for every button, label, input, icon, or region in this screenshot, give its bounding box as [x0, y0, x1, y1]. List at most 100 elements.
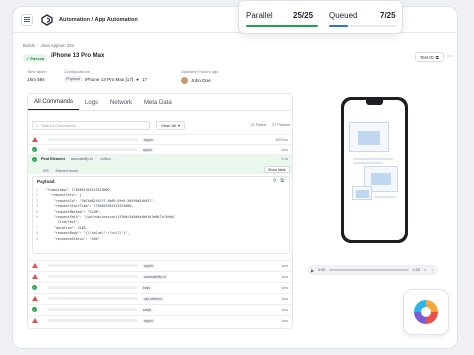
time-taken-value: 16m 59s: [27, 77, 45, 82]
warning-icon: [32, 274, 38, 279]
warning-icon: [32, 318, 38, 323]
breadcrumb-root[interactable]: Builds: [23, 43, 35, 48]
placeholder-line: [353, 158, 393, 160]
failed-count[interactable]: 24 Failed: [250, 123, 266, 127]
command-row[interactable]: appId 4007ms: [28, 134, 292, 144]
command-row[interactable]: appId 1ms: [28, 260, 292, 270]
log-toolbar: ⌕ Search Commands View: All ▾ 24 Failed …: [32, 120, 290, 130]
search-input[interactable]: ⌕ Search Commands: [32, 120, 150, 130]
command-row[interactable]: ✓ keys 1ms: [28, 282, 292, 292]
command-tag: script: [141, 307, 154, 312]
more-options-icon[interactable]: ⋯: [447, 53, 453, 60]
brand-tile: [403, 289, 449, 335]
app-title: Automation / App Automation: [59, 16, 138, 23]
command-bar: [47, 286, 137, 289]
copy-icon: ⧉: [435, 54, 439, 60]
breadcrumb: Builds › Java Appium iOS: [23, 43, 74, 48]
test-id-label: Test ID: [420, 54, 434, 60]
breadcrumb-separator-icon: ›: [36, 43, 39, 48]
command-bar: [48, 275, 138, 278]
show-table-button[interactable]: Show table: [264, 166, 290, 173]
payload-actions: ⚲ ⧉: [273, 178, 284, 184]
view-filter-select[interactable]: View: All ▾: [156, 120, 186, 130]
config-os: 17: [141, 76, 148, 82]
tab-logs[interactable]: Logs: [79, 100, 104, 110]
breadcrumb-current[interactable]: Java Appium iOS: [40, 43, 74, 48]
command-row[interactable]: css selector 1ms: [28, 293, 292, 303]
config-type-pill: Physical: [64, 76, 83, 82]
parallel-label: Parallel: [246, 11, 273, 20]
tab-all-commands[interactable]: All Commands: [28, 99, 80, 110]
configurations-value: Physical iPhone 13 Pro Max [17] ● 17: [64, 76, 147, 82]
play-icon[interactable]: ▶: [311, 268, 314, 273]
player-time-end: 2:25: [412, 268, 420, 272]
command-chips: iOS Element found: [32, 169, 288, 173]
code-line: find/text",: [46, 220, 80, 225]
code-line: "requestBody": "{\"value\":\"null\"}",: [46, 231, 130, 236]
player-time-start: 0:00: [317, 268, 326, 272]
command-bar: [48, 138, 138, 141]
selected-command-row[interactable]: ✓ Find Element accessibility id cutBox 0…: [28, 154, 292, 174]
command-tag: accessibility id: [142, 274, 168, 279]
video-player[interactable]: ▶ 0:00 2:25 ◖ ⋮: [307, 265, 438, 275]
volume-icon[interactable]: ◖: [424, 268, 426, 272]
time-taken-label: Time taken: [27, 69, 47, 74]
tab-network[interactable]: Network: [104, 100, 138, 110]
command-duration: 1ms: [281, 307, 288, 312]
command-tag: keys: [141, 285, 152, 290]
app-window: Automation / App Automation Builds › Java …: [12, 6, 458, 349]
tab-meta-data[interactable]: Meta Data: [138, 100, 178, 110]
command-row[interactable]: ✓ appId 1ms: [28, 144, 292, 154]
device-notch: [366, 100, 383, 105]
link-icon[interactable]: ⚲: [273, 178, 277, 184]
placeholder-line: [353, 162, 383, 164]
payload-panel: Payload ⚲ ⧉ 1 "timestamp": 17056919453155…: [32, 176, 290, 254]
search-placeholder: Search Commands: [41, 122, 76, 128]
command-bar: [47, 148, 137, 151]
warning-icon: [32, 296, 38, 301]
command-row[interactable]: accessibility id 1ms: [28, 271, 292, 281]
chip: iOS: [41, 169, 51, 173]
payload-title: Payload: [37, 179, 55, 184]
command-bar: [48, 297, 138, 300]
test-id-button[interactable]: Test ID ⧉: [415, 52, 444, 62]
player-progress-track[interactable]: [329, 269, 409, 271]
code-line: "requestInfo": {: [46, 193, 82, 198]
copy-icon[interactable]: ⧉: [280, 178, 284, 184]
command-duration: 1ms: [281, 296, 288, 301]
device-title: iPhone 13 Pro Max: [51, 53, 105, 59]
placeholder-card: [349, 122, 389, 152]
code-line: "timestamp": 1705691945315513000,: [46, 188, 112, 192]
command-row[interactable]: appId 1ms: [28, 315, 292, 325]
status-badge-label: Passed: [30, 55, 45, 61]
result-counts: 24 Failed 27 Passed: [250, 123, 290, 127]
command-duration: 1ms: [281, 263, 288, 268]
check-icon: ✓: [32, 285, 37, 290]
command-bar: [48, 319, 138, 322]
user-name: John Doe: [191, 78, 211, 83]
command-row[interactable]: ✓ script 1ms: [28, 304, 292, 314]
queued-progress-fill: [329, 25, 348, 27]
command-duration: 1ms: [281, 318, 288, 323]
user-info: John Doe: [181, 77, 211, 84]
view-filter-label: View: All: [161, 122, 177, 128]
command-tag: appId: [141, 147, 154, 152]
menu-icon[interactable]: [21, 13, 33, 26]
payload-code: 1 "timestamp": 1705691945315513000, 2 "re…: [36, 188, 176, 241]
more-options-icon[interactable]: ⋮: [430, 268, 434, 273]
command-tag: css selector: [142, 296, 164, 301]
placeholder-card: [352, 186, 372, 200]
warning-icon: [32, 263, 38, 268]
device-preview[interactable]: [341, 97, 408, 243]
avatar: [181, 77, 188, 84]
passed-count[interactable]: 27 Passed: [272, 123, 290, 127]
brand-logo-icon: [41, 13, 53, 26]
warning-icon: [32, 137, 38, 142]
command-log-panel: All Commands Logs Network Meta Data ⌕ Se…: [27, 93, 293, 329]
concurrency-status-card: Parallel 25/25 Queued 7/25: [238, 0, 403, 34]
chevron-down-icon: ▾: [178, 122, 181, 128]
command-duration: 1ms: [281, 147, 288, 152]
command-tag: appId: [142, 137, 155, 142]
command-duration: 0.1s: [281, 157, 288, 161]
command-tag: appId: [142, 263, 155, 268]
